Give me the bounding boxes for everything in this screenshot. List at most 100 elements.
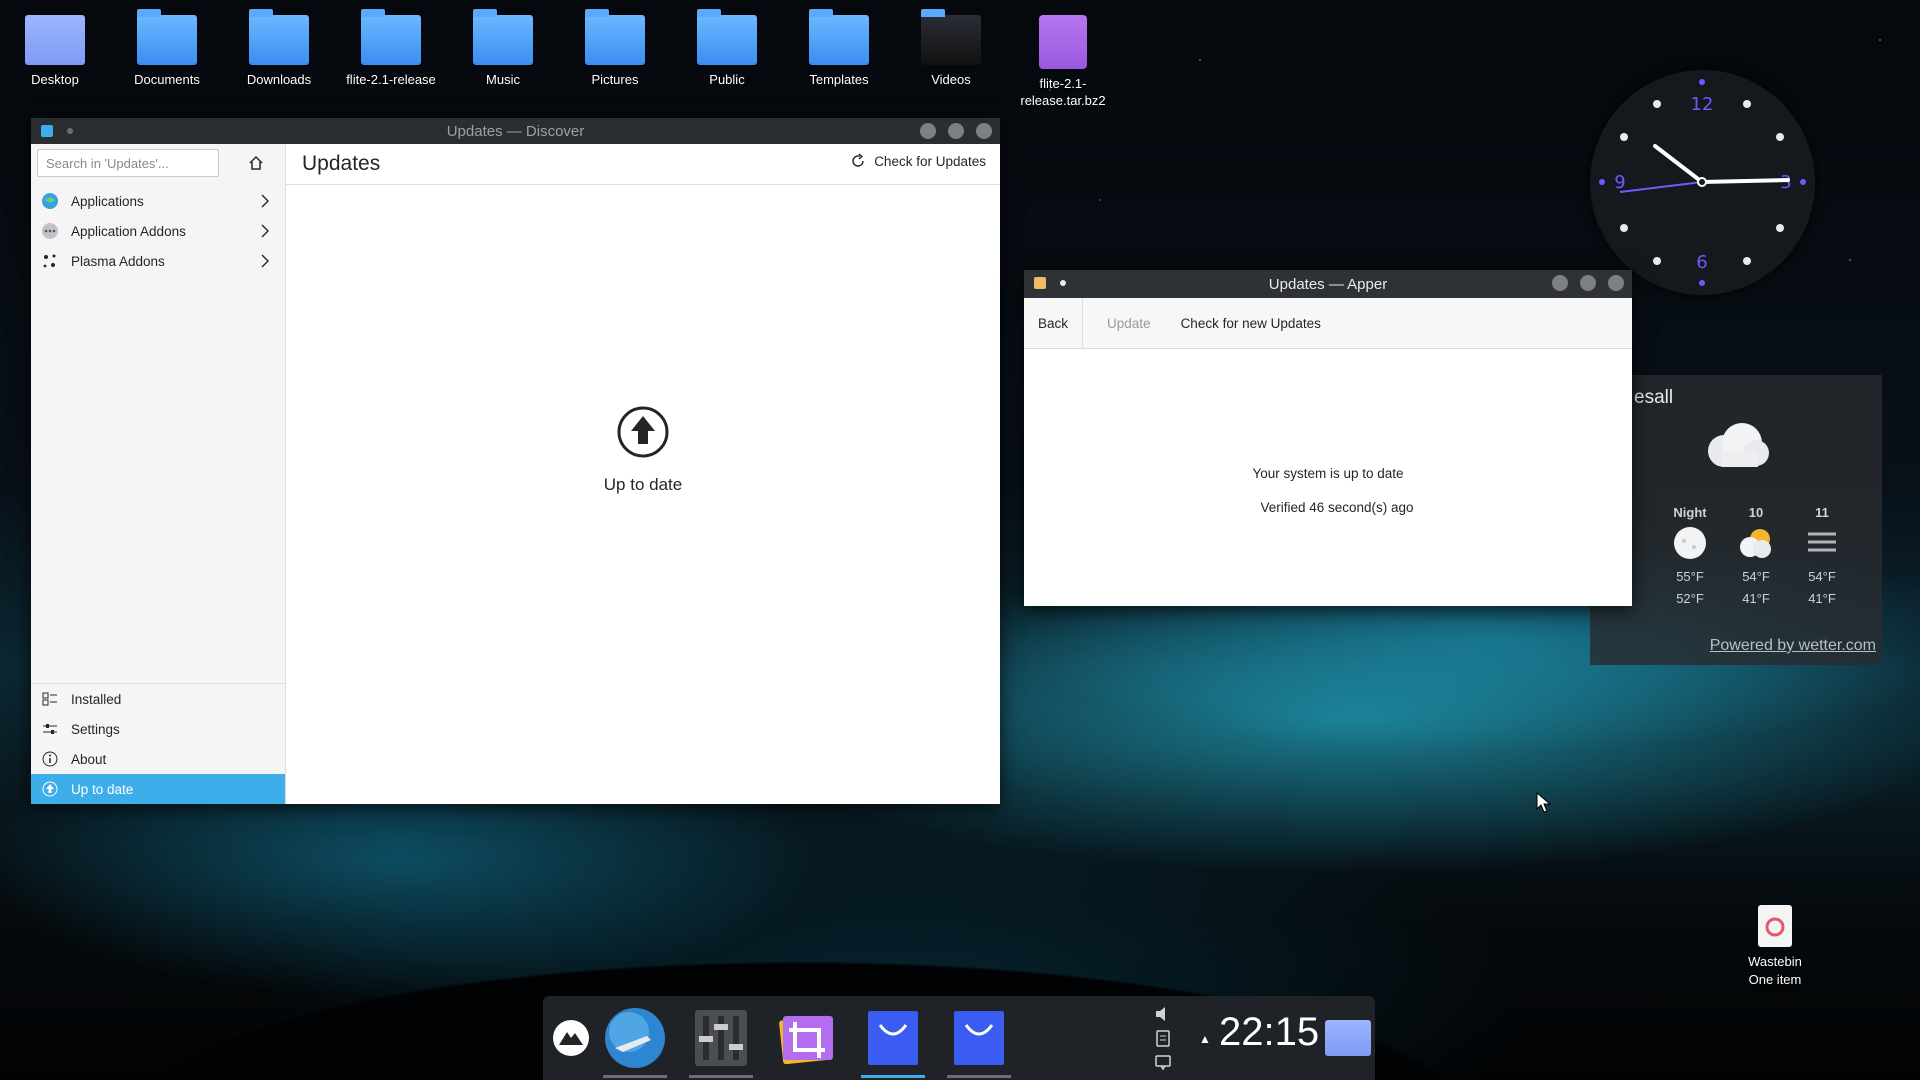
discover-window: Updates — Discover Search in 'Updates'..… (31, 118, 1000, 804)
maximize-button[interactable] (948, 123, 964, 139)
desktop-icon-templates[interactable]: Templates (789, 9, 889, 88)
up-to-date-label: Up to date (603, 475, 683, 494)
app-launcher-button[interactable] (547, 1002, 595, 1074)
apper-titlebar[interactable]: Updates — Apper (1024, 270, 1632, 298)
desktop-icon-documents[interactable]: Documents (117, 9, 217, 88)
desktop-icon-public[interactable]: Public (677, 9, 777, 88)
crop-icon (779, 1015, 833, 1065)
sidebar-item-up-to-date[interactable]: Up to date (31, 774, 285, 804)
videos-folder-icon (921, 9, 981, 65)
desktop-icon-label: flite-2.1-release.tar.bz2 (1020, 76, 1106, 108)
chevron-right-icon (259, 192, 271, 213)
back-button[interactable]: Back (1024, 298, 1084, 348)
task-browser[interactable] (597, 1002, 673, 1078)
desktop-icon-label: Downloads (246, 72, 312, 87)
close-button[interactable] (1608, 275, 1624, 291)
system-tray (1153, 1002, 1179, 1074)
pin-icon[interactable] (67, 128, 73, 134)
discover-sidebar: Search in 'Updates'... Applications Appl… (31, 144, 286, 804)
launcher-icon (553, 1020, 589, 1056)
clipboard-icon[interactable] (1153, 1028, 1173, 1048)
clock-number-12: 12 (1691, 94, 1714, 115)
public-folder-icon (697, 9, 757, 65)
update-status-icon (617, 406, 669, 458)
sidebar-item-plasma-addons[interactable]: Plasma Addons (31, 246, 285, 276)
desktop-icon-music[interactable]: Music (453, 9, 553, 88)
weather-provider-link[interactable]: Powered by wetter.com (1710, 637, 1876, 655)
sidebar-item-about[interactable]: About (31, 744, 285, 774)
close-button[interactable] (976, 123, 992, 139)
chevron-right-icon (259, 252, 271, 273)
desktop-icon-label: Desktop (31, 72, 79, 87)
analog-clock-widget[interactable]: 12 3 6 9 (1590, 70, 1815, 295)
check-new-updates-button[interactable]: Check for new Updates (1165, 298, 1335, 348)
desktop-icon-wastebin[interactable]: Wastebin One item (1725, 905, 1825, 989)
forecast-heading: Night (1673, 505, 1707, 520)
minimize-button[interactable] (1552, 275, 1568, 291)
discover-app-icon (41, 125, 53, 137)
home-button[interactable] (245, 152, 267, 174)
browser-icon (605, 1008, 665, 1068)
search-placeholder: Search in 'Updates'... (46, 155, 169, 171)
search-input[interactable]: Search in 'Updates'... (37, 149, 219, 177)
home-icon (249, 155, 263, 170)
forecast-low: 41°F (1808, 591, 1836, 606)
plasma-icon (41, 252, 59, 270)
task-screenshot-tool[interactable] (769, 1002, 845, 1074)
desktop-icon-archive[interactable]: flite-2.1-release.tar.bz2 (1013, 15, 1113, 109)
task-mixer[interactable] (683, 1002, 759, 1078)
up-to-date-message: Your system is up to date (1252, 466, 1404, 481)
templates-folder-icon (809, 9, 869, 65)
desktop-icon-videos[interactable]: Videos (901, 9, 1001, 88)
music-folder-icon (473, 9, 533, 65)
apper-window: Updates — Apper Back Update Check for ne… (1024, 270, 1632, 606)
sidebar-item-label: Applications (71, 193, 144, 209)
archive-icon (1039, 15, 1087, 69)
minute-hand (1700, 178, 1790, 184)
mouse-cursor-icon (1536, 792, 1552, 813)
pin-icon[interactable] (1060, 280, 1066, 286)
up-to-date-status: Up to date (286, 404, 1000, 495)
desktop-icon-desktop[interactable]: Desktop (5, 15, 105, 88)
task-discover[interactable] (855, 1002, 931, 1078)
tray-expand-icon[interactable]: ▲ (1199, 1032, 1211, 1046)
forecast-high: 55°F (1676, 569, 1704, 584)
sidebar-item-label: Application Addons (71, 223, 186, 239)
folder-icon (361, 9, 421, 65)
volume-icon[interactable] (1153, 1004, 1173, 1024)
notifications-icon[interactable] (1153, 1052, 1173, 1072)
desktop-icon-label: Templates (809, 72, 869, 87)
update-button[interactable]: Update (1083, 298, 1165, 348)
weather-widget[interactable]: esall ay °F 54°F Night 55°F 52°F 10 54°F… (1590, 375, 1882, 665)
discover-titlebar[interactable]: Updates — Discover (31, 118, 1000, 144)
sidebar-item-settings[interactable]: Settings (31, 714, 285, 744)
forecast-low: 52°F (1676, 591, 1704, 606)
sidebar-item-application-addons[interactable]: Application Addons (31, 216, 285, 246)
desktop-icon-label: Videos (931, 72, 971, 87)
task-apper[interactable] (941, 1002, 1017, 1078)
desktop-icon-flite-folder[interactable]: flite-2.1-release (341, 9, 441, 88)
desktop-icon-pictures[interactable]: Pictures (565, 9, 665, 88)
apper-bag-icon (954, 1011, 1004, 1065)
show-desktop-icon[interactable] (1325, 1020, 1371, 1056)
discover-bag-icon (868, 1011, 918, 1065)
desktop-icon-label: Documents (134, 72, 200, 87)
sidebar-item-applications[interactable]: Applications (31, 186, 285, 216)
settings-icon (41, 720, 59, 738)
discover-main: Updates Check for Updates Up to date (286, 144, 1000, 804)
sidebar-item-installed[interactable]: Installed (31, 684, 285, 714)
cloudy-night-icon (1660, 520, 1720, 566)
desktop-icon-downloads[interactable]: Downloads (229, 9, 329, 88)
sidebar-item-label: Installed (71, 691, 122, 707)
digital-clock[interactable]: 22:15 (1219, 1010, 1319, 1055)
apper-app-icon (1034, 277, 1046, 289)
desktop-folder-icon (25, 15, 85, 65)
chevron-right-icon (259, 222, 271, 243)
sidebar-item-label: Up to date (71, 781, 134, 797)
sidebar-item-label: Settings (71, 721, 120, 737)
wastebin-label: Wastebin (1748, 954, 1802, 969)
check-for-updates-button[interactable]: Check for Updates (850, 153, 986, 169)
minimize-button[interactable] (920, 123, 936, 139)
maximize-button[interactable] (1580, 275, 1596, 291)
window-title: Updates — Apper (1268, 275, 1388, 293)
